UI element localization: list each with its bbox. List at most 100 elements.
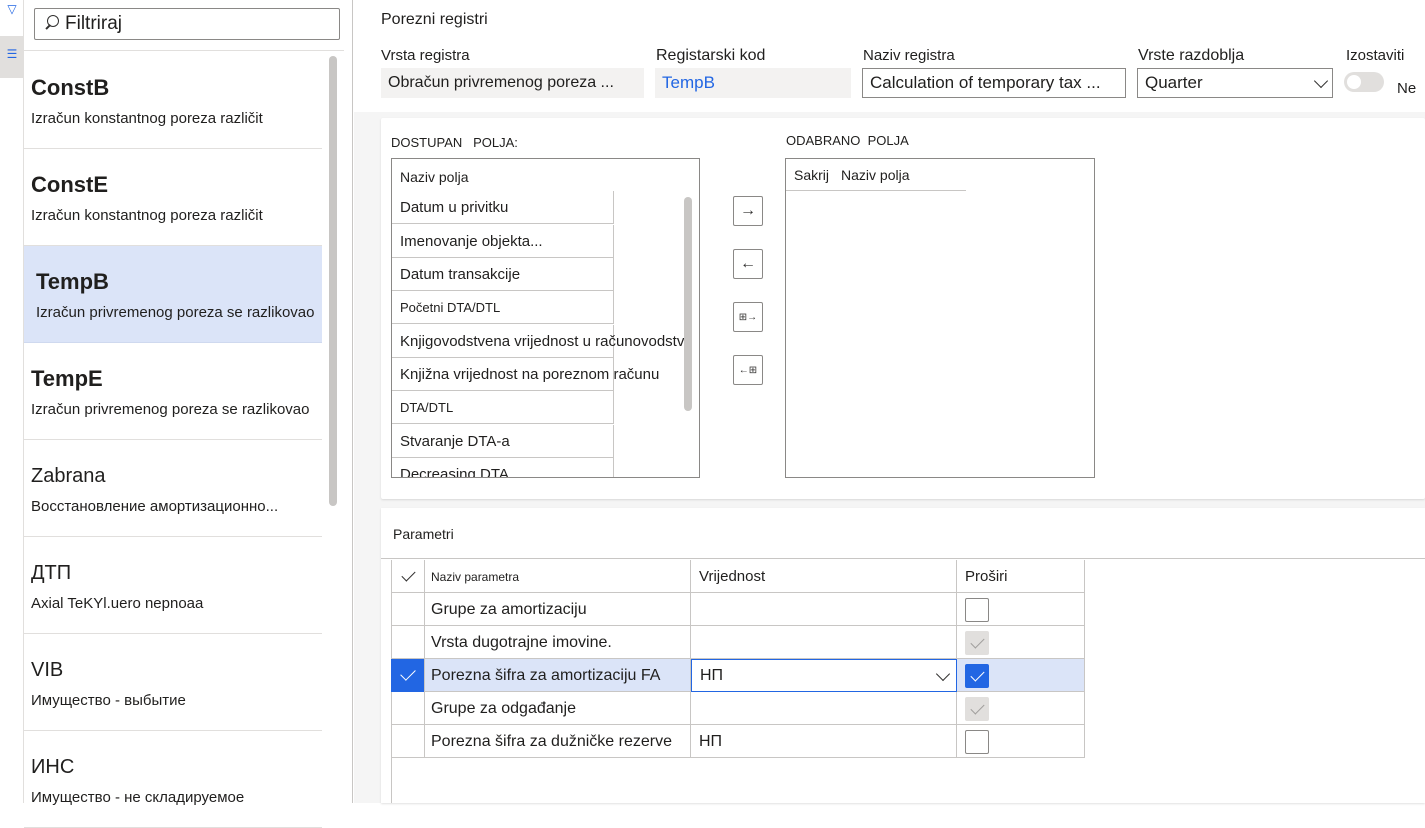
list-item-desc: Axial TeKYl.uero nepnoaa: [31, 595, 204, 612]
vrste-razdoblja-select[interactable]: Quarter: [1137, 68, 1333, 98]
hide-column-header: Sakrij: [794, 166, 830, 183]
chevron-down-icon: [935, 666, 951, 682]
parameters-title: Parametri: [393, 526, 454, 542]
list-item-desc: Izračun konstantnog poreza različit: [31, 110, 263, 127]
vrsta-registra-label: Vrsta registra: [381, 47, 470, 64]
available-fields-label-word: DOSTUPAN: [391, 135, 463, 150]
available-fields-label-word: POLJA:: [473, 135, 518, 150]
table-row[interactable]: Grupe za odgađanje: [391, 692, 1085, 725]
expand-checkbox[interactable]: [965, 663, 989, 688]
available-field-row[interactable]: DTA/DTL: [392, 391, 614, 424]
available-field-row[interactable]: Datum u privitku: [392, 191, 614, 224]
fields-card: DOSTUPAN POLJA: ODABRANO POLJA Naziv pol…: [381, 118, 1425, 499]
list-item[interactable]: ConstB Izračun konstantnog poreza različ…: [24, 52, 322, 149]
add-field-button[interactable]: →: [733, 196, 763, 226]
naziv-registra-field[interactable]: Calculation of temporary tax ...: [862, 68, 1126, 98]
available-fields-label: DOSTUPAN POLJA:: [391, 135, 518, 150]
izostaviti-label: Izostaviti: [1346, 47, 1405, 64]
list-item-code: ConstB: [31, 75, 110, 100]
available-field-row[interactable]: Decreasing DTA: [392, 458, 614, 477]
list-item[interactable]: VIB Имущество - выбытие: [24, 634, 322, 731]
parameters-card: Parametri Naziv parametra Vrijednost Pro…: [381, 508, 1425, 803]
row-select-cell[interactable]: [391, 626, 425, 659]
list-item[interactable]: Zabrana Восстановление амортизационно...: [24, 440, 322, 537]
pane-divider: [352, 0, 353, 803]
param-value-dropdown-value: НП: [700, 666, 724, 684]
list-item-code: ДТП: [31, 562, 72, 584]
param-name-cell: Porezna šifra za amortizaciju FA: [425, 659, 691, 692]
param-expand-cell: [957, 725, 1085, 758]
select-all-cell[interactable]: [391, 560, 425, 593]
param-expand-header[interactable]: Proširi: [957, 560, 1085, 593]
row-select-cell[interactable]: [391, 593, 425, 626]
checkmark-icon: [391, 659, 424, 692]
param-expand-cell: [957, 593, 1085, 626]
param-expand-cell: [957, 692, 1085, 725]
available-fields-scrollbar[interactable]: [684, 197, 692, 411]
parameters-divider: [381, 558, 1425, 559]
list-item[interactable]: ДТП Axial TeKYl.uero nepnoaa: [24, 537, 322, 634]
filter-icon[interactable]: ▽: [3, 0, 21, 18]
checkmark-icon: [398, 567, 418, 587]
remove-field-button[interactable]: ←: [733, 249, 763, 279]
available-field-row[interactable]: Datum transakcije: [392, 258, 614, 291]
list-item[interactable]: TempE Izračun privremenog poreza se razl…: [24, 343, 322, 440]
list-item[interactable]: ИНС Имущество - не складируемое: [24, 731, 322, 828]
list-item-code: ИНС: [31, 756, 75, 778]
list-item-desc: Izračun privremenog poreza se razlikovao: [36, 304, 315, 321]
list-item-desc: Имущество - выбытие: [31, 692, 186, 709]
available-field-row[interactable]: Stvaranje DTA-a: [392, 425, 614, 458]
expand-checkbox: [965, 630, 989, 655]
remove-all-fields-button[interactable]: ←⊞: [733, 355, 763, 385]
param-expand-cell: [957, 659, 1085, 692]
selected-fields-label-word: POLJA: [867, 133, 909, 148]
izostaviti-toggle[interactable]: [1344, 72, 1384, 92]
param-value-dropdown[interactable]: НП: [691, 659, 957, 692]
list-scrollbar[interactable]: [329, 56, 337, 506]
filter-input[interactable]: [65, 13, 325, 35]
table-row[interactable]: Grupe za amortizaciju: [391, 593, 1085, 626]
parameters-header-row: Naziv parametra Vrijednost Proširi: [391, 560, 1085, 593]
registarski-kod-field[interactable]: TempB: [655, 68, 851, 98]
list-icon[interactable]: ☰: [3, 45, 21, 63]
filter-box[interactable]: [34, 8, 340, 40]
param-value-cell[interactable]: [691, 692, 957, 725]
expand-checkbox[interactable]: [965, 597, 989, 622]
row-select-cell[interactable]: [391, 725, 425, 758]
table-row[interactable]: Porezna šifra za dužničke rezerve НП: [391, 725, 1085, 758]
param-name-header[interactable]: Naziv parametra: [425, 560, 691, 593]
available-field-row[interactable]: Knjigovodstvena vrijednost u računovodst…: [392, 325, 693, 358]
add-all-fields-button[interactable]: ⊞→: [733, 302, 763, 332]
page-title: Porezni registri: [381, 11, 488, 28]
list-item-desc: Izračun privremenog poreza se razlikovao: [31, 401, 310, 418]
row-select-cell[interactable]: [391, 692, 425, 725]
selected-fields-list: Sakrij Naziv polja: [785, 158, 1095, 478]
expand-checkbox[interactable]: [965, 729, 989, 754]
param-value-cell[interactable]: [691, 626, 957, 659]
row-select-cell[interactable]: [391, 659, 425, 692]
vrste-razdoblja-label: Vrste razdoblja: [1138, 47, 1245, 64]
list-item-desc: Имущество - не складируемое: [31, 789, 245, 806]
list-item-desc: Восстановление амортизационно...: [31, 498, 279, 515]
table-row[interactable]: Vrsta dugotrajne imovine.: [391, 626, 1085, 659]
record-list: ConstB Izračun konstantnog poreza različ…: [24, 52, 322, 828]
list-item-selected[interactable]: TempB Izračun privremenog poreza se razl…: [24, 246, 322, 343]
param-value-header[interactable]: Vrijednost: [691, 560, 957, 593]
available-field-row[interactable]: Imenovanje objekta...: [392, 225, 614, 258]
param-value-cell[interactable]: НП: [691, 725, 957, 758]
register-header: Porezni registri Vrsta registra Obračun …: [354, 0, 1425, 112]
list-item-code: TempE: [31, 366, 103, 391]
expand-checkbox: [965, 696, 989, 721]
selected-fields-label-word: ODABRANO: [786, 133, 861, 148]
available-field-row[interactable]: Početni DTA/DTL: [392, 291, 614, 324]
list-divider: [24, 50, 344, 51]
table-row-selected[interactable]: Porezna šifra za amortizaciju FA НП: [391, 659, 1085, 692]
list-item-desc: Izračun konstantnog poreza različit: [31, 207, 263, 224]
naziv-registra-label: Naziv registra: [863, 47, 955, 64]
available-fields-header: Naziv polja: [400, 169, 469, 185]
list-item[interactable]: ConstE Izračun konstantnog poreza različ…: [24, 149, 322, 246]
search-icon: [35, 9, 65, 39]
available-field-row[interactable]: Knjižna vrijednost na poreznom računu: [392, 358, 659, 391]
param-value-cell[interactable]: [691, 593, 957, 626]
vrsta-registra-field[interactable]: Obračun privremenog poreza ...: [381, 68, 644, 98]
